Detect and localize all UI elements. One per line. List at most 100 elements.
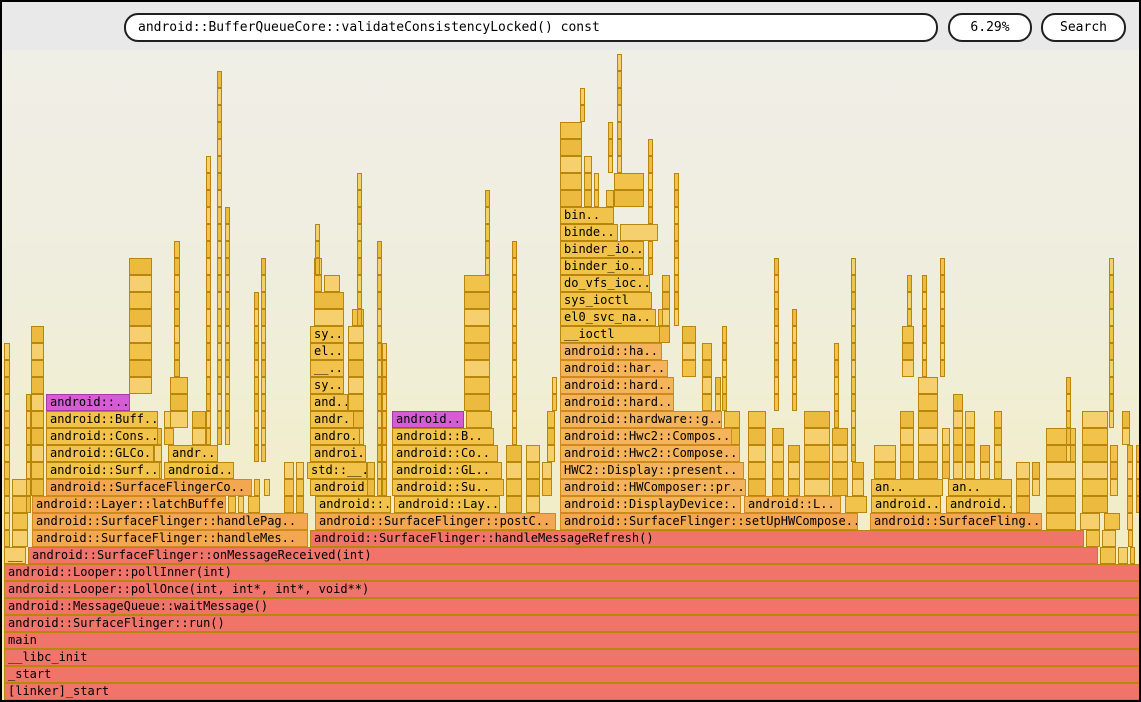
flame-frame[interactable]: android::SurfaceFlingerCo..: [46, 479, 252, 496]
flame-frame[interactable]: android::L..: [744, 496, 841, 513]
flame-cell[interactable]: [552, 394, 557, 411]
flame-cell[interactable]: [206, 241, 211, 258]
flame-cell[interactable]: [606, 190, 614, 207]
flame-cell[interactable]: [296, 496, 304, 513]
flame-cell[interactable]: [261, 445, 266, 462]
flame-cell[interactable]: [225, 428, 230, 445]
flame-frame[interactable]: android::Cons..: [46, 428, 158, 445]
flame-cell[interactable]: [834, 360, 839, 377]
flame-cell[interactable]: [648, 258, 653, 275]
flame-cell[interactable]: [206, 292, 211, 309]
flame-cell[interactable]: [129, 377, 152, 394]
flame-cell[interactable]: [129, 275, 152, 292]
flame-cell[interactable]: [261, 343, 266, 360]
flame-frame[interactable]: android::Lay..: [394, 496, 500, 513]
flame-cell[interactable]: [348, 360, 364, 377]
flame-cell[interactable]: [217, 394, 222, 411]
flame-frame[interactable]: binder_io..: [560, 258, 644, 275]
flame-cell[interactable]: [1066, 411, 1071, 428]
flame-cell[interactable]: [512, 275, 517, 292]
flame-cell[interactable]: [217, 309, 222, 326]
flame-cell[interactable]: [4, 445, 10, 462]
flame-cell[interactable]: [748, 428, 766, 445]
flame-cell[interactable]: [464, 343, 490, 360]
flame-cell[interactable]: [722, 326, 727, 343]
flame-cell[interactable]: [367, 462, 375, 479]
flame-cell[interactable]: [1109, 377, 1114, 394]
flame-cell[interactable]: [217, 207, 222, 224]
flame-cell[interactable]: [129, 343, 152, 360]
flame-frame[interactable]: android::DisplayDevice:..: [560, 496, 741, 513]
flame-frame[interactable]: and..: [310, 394, 348, 411]
flame-cell[interactable]: [485, 258, 490, 275]
flame-cell[interactable]: [225, 224, 230, 241]
flame-cell[interactable]: [851, 309, 856, 326]
flame-frame[interactable]: android::Hwc2::Compose..: [560, 445, 740, 462]
flame-cell[interactable]: [994, 411, 1002, 428]
flame-cell[interactable]: [315, 224, 320, 241]
flame-cell[interactable]: [682, 360, 696, 377]
flame-cell[interactable]: [560, 122, 582, 139]
flame-cell[interactable]: [851, 258, 856, 275]
flame-cell[interactable]: [512, 360, 517, 377]
flame-cell[interactable]: [1100, 547, 1116, 564]
flame-cell[interactable]: [722, 377, 727, 394]
flame-cell[interactable]: [4, 513, 10, 530]
flame-cell[interactable]: [4, 496, 10, 513]
flame-cell[interactable]: [547, 411, 555, 428]
flame-cell[interactable]: [953, 462, 963, 479]
flame-cell[interactable]: [217, 173, 222, 190]
flame-cell[interactable]: [526, 445, 540, 462]
flame-cell[interactable]: [1066, 394, 1071, 411]
flame-frame[interactable]: el..: [310, 343, 344, 360]
flame-cell[interactable]: [170, 394, 188, 411]
flame-cell[interactable]: [674, 309, 679, 326]
flame-cell[interactable]: [154, 445, 162, 462]
flame-frame[interactable]: std::__..: [307, 462, 367, 479]
flame-cell[interactable]: [506, 462, 522, 479]
flame-cell[interactable]: [129, 309, 152, 326]
flame-cell[interactable]: [1082, 445, 1108, 462]
flame-cell[interactable]: [31, 411, 44, 428]
flame-cell[interactable]: [315, 241, 320, 258]
flame-cell[interactable]: [464, 326, 490, 343]
flame-cell[interactable]: [788, 479, 800, 496]
flame-cell[interactable]: [261, 309, 266, 326]
flame-cell[interactable]: [228, 496, 236, 513]
flame-cell[interactable]: [748, 445, 766, 462]
flame-frame[interactable]: android::hard..: [560, 394, 674, 411]
flame-cell[interactable]: [217, 411, 222, 428]
flame-cell[interactable]: [382, 343, 387, 360]
flame-cell[interactable]: [261, 292, 266, 309]
flame-frame[interactable]: android..: [392, 411, 464, 428]
flame-cell[interactable]: [225, 207, 230, 224]
flame-cell[interactable]: [254, 309, 259, 326]
flame-cell[interactable]: [922, 326, 927, 343]
flame-cell[interactable]: [206, 411, 211, 428]
flame-cell[interactable]: [284, 496, 294, 513]
flame-frame[interactable]: android..: [164, 462, 234, 479]
flame-cell[interactable]: [217, 428, 222, 445]
flame-cell[interactable]: [900, 462, 914, 479]
flame-frame[interactable]: andr..: [168, 445, 218, 462]
flame-cell[interactable]: [382, 394, 387, 411]
flame-cell[interactable]: [254, 479, 260, 496]
flame-cell[interactable]: [648, 156, 653, 173]
flame-frame[interactable]: android::SurfaceFlinger::setUpHWCompose.…: [560, 513, 858, 530]
flame-cell[interactable]: [1109, 411, 1114, 428]
flame-cell[interactable]: [225, 258, 230, 275]
flame-frame[interactable]: sys_ioctl: [560, 292, 652, 309]
flame-frame[interactable]: android::har..: [560, 360, 668, 377]
flame-cell[interactable]: [851, 394, 856, 411]
flame-cell[interactable]: [225, 326, 230, 343]
flame-cell[interactable]: [512, 309, 517, 326]
flame-cell[interactable]: [702, 394, 712, 411]
flame-cell[interactable]: [674, 275, 679, 292]
flame-cell[interactable]: [31, 343, 44, 360]
flame-cell[interactable]: [547, 445, 555, 462]
flame-frame[interactable]: android::HWComposer::pr..: [560, 479, 746, 496]
flame-cell[interactable]: [792, 326, 797, 343]
flame-cell[interactable]: [31, 377, 44, 394]
flame-cell[interactable]: [217, 241, 222, 258]
flame-frame[interactable]: sy..: [310, 377, 344, 394]
